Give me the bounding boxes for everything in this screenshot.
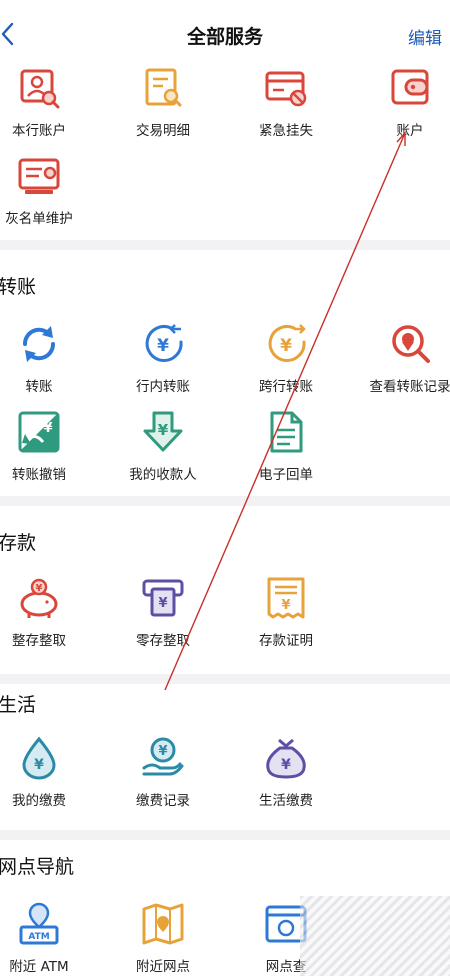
service-label: 生活缴费 (259, 793, 313, 809)
service-label: 查看转账记录 (369, 379, 450, 395)
edit-button[interactable]: 编辑 (408, 24, 450, 49)
service-label: 灰名单维护 (5, 211, 73, 227)
service-cross-transfer[interactable]: ¥ 跨行转账 (230, 322, 342, 395)
atm-deposit-icon: ¥ (142, 579, 184, 617)
service-label: 行内转账 (136, 379, 190, 395)
service-label: 交易明细 (136, 123, 190, 139)
service-life-payment[interactable]: ¥ 生活缴费 (230, 736, 342, 809)
graylist-card-icon (18, 158, 60, 194)
service-label: 账户 (396, 123, 424, 139)
service-graylist[interactable]: 灰名单维护 (0, 154, 95, 227)
service-label: 电子回单 (259, 467, 313, 483)
service-label: 缴费记录 (136, 793, 190, 809)
svg-text:¥: ¥ (158, 421, 169, 439)
piggy-bank-icon: ¥ (20, 578, 58, 618)
service-label: 紧急挂失 (259, 123, 313, 139)
map-location-icon (142, 903, 184, 945)
svg-text:¥: ¥ (36, 583, 43, 594)
service-label: 跨行转账 (259, 379, 313, 395)
yuan-out-icon: ¥ (268, 324, 306, 362)
svg-text:¥: ¥ (281, 598, 290, 613)
svg-text:¥: ¥ (158, 744, 167, 759)
service-intra-transfer[interactable]: ¥ 行内转账 (107, 322, 219, 395)
section-title: 存款 (0, 532, 37, 554)
service-payment-records[interactable]: ¥ 缴费记录 (107, 736, 219, 809)
service-label: 存款证明 (259, 633, 313, 649)
section-title: 网点导航 (0, 856, 75, 878)
service-transfer[interactable]: 转账 (0, 322, 95, 395)
svg-text:¥: ¥ (43, 421, 52, 436)
page-title: 全部服务 (186, 26, 263, 48)
water-drop-yuan-icon: ¥ (22, 736, 56, 780)
service-label: 零存整取 (136, 633, 190, 649)
section-transfer: 转账 转账 ¥ 行内转账 ¥ 跨行转账 查看转账记录 ¥ 转账撤销 ¥ 我的收款… (0, 250, 450, 496)
top-bar: 全部服务 编辑 (0, 0, 450, 62)
service-transfer-records[interactable]: 查看转账记录 (354, 322, 450, 395)
payee-download-icon: ¥ (143, 411, 183, 452)
section-life: 生活 ¥ 我的缴费 ¥ 缴费记录 ¥ 生活缴费 (0, 684, 450, 830)
account-search-icon (20, 69, 60, 109)
money-bag-icon: ¥ (266, 738, 306, 779)
section-deposit: 存款 ¥ 整存整取 ¥ 零存整取 ¥ 存款证明 (0, 506, 450, 674)
service-label: 附近网点 (136, 959, 190, 975)
service-label: 转账 (25, 379, 53, 395)
hand-coin-icon: ¥ (142, 737, 184, 776)
service-emergency-loss[interactable]: 紧急挂失 (230, 66, 342, 139)
service-fixed-deposit[interactable]: ¥ 整存整取 (0, 576, 95, 649)
service-my-payees[interactable]: ¥ 我的收款人 (107, 410, 219, 483)
atm-location-icon: ATM (19, 902, 59, 945)
service-label: 我的收款人 (129, 467, 197, 483)
transfer-revoke-icon: ¥ (18, 411, 60, 453)
service-e-receipt[interactable]: 电子回单 (230, 410, 342, 483)
section-accounts: 本行账户 交易明细 紧急挂失 账户 灰名单维护 (0, 62, 450, 240)
card-block-icon (265, 71, 307, 107)
svg-text:¥: ¥ (280, 336, 292, 356)
service-account[interactable]: 账户 (354, 66, 450, 139)
service-label: 附近 ATM (9, 959, 69, 975)
service-nearby-branch[interactable]: 附近网点 (107, 902, 219, 975)
svg-text:¥: ¥ (157, 336, 169, 356)
svg-text:¥: ¥ (158, 596, 167, 611)
service-label: 本行账户 (12, 123, 66, 139)
service-label: 转账撤销 (12, 467, 66, 483)
service-installment-deposit[interactable]: ¥ 零存整取 (107, 576, 219, 649)
service-label: 我的缴费 (12, 793, 66, 809)
watermark-overlay (300, 896, 450, 976)
transaction-detail-icon (145, 68, 182, 107)
yuan-in-icon: ¥ (145, 324, 183, 362)
service-label: 整存整取 (12, 633, 66, 649)
svg-text:ATM: ATM (28, 932, 49, 942)
e-receipt-icon (270, 411, 303, 453)
service-transfer-revoke[interactable]: ¥ 转账撤销 (0, 410, 95, 483)
svg-text:¥: ¥ (34, 757, 44, 773)
service-deposit-certificate[interactable]: ¥ 存款证明 (230, 576, 342, 649)
refresh-transfer-icon (22, 326, 56, 362)
wallet-icon (391, 69, 429, 105)
svg-text:¥: ¥ (281, 757, 291, 773)
deposit-certificate-icon: ¥ (267, 577, 305, 619)
service-my-payments[interactable]: ¥ 我的缴费 (0, 736, 95, 809)
service-account-search[interactable]: 本行账户 (0, 66, 95, 139)
service-transaction-detail[interactable]: 交易明细 (107, 66, 219, 139)
location-search-icon (392, 325, 430, 363)
section-title: 生活 (0, 694, 37, 716)
section-title: 转账 (0, 276, 37, 298)
service-nearby-atm[interactable]: ATM 附近 ATM (0, 902, 95, 975)
